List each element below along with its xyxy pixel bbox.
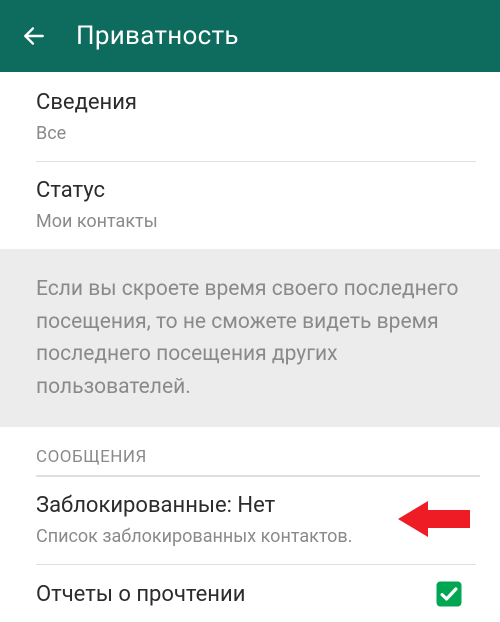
blocked-contacts-item[interactable]: Заблокированные: Нет Список заблокирован… [0,477,500,564]
privacy-status-title: Статус [36,176,464,206]
page-title: Приватность [76,21,239,51]
privacy-status-subtitle: Мои контакты [36,210,464,233]
section-header-messages: СООБЩЕНИЯ [0,427,500,475]
app-bar: Приватность [0,0,500,72]
read-receipts-checkbox[interactable] [434,579,464,609]
back-button[interactable] [20,22,48,50]
read-receipts-item[interactable]: Отчеты о прочтении [0,565,500,609]
checkbox-checked-icon [434,579,464,609]
info-note: Если вы скроете время своего последнего … [0,249,500,427]
privacy-status-item[interactable]: Статус Мои контакты [0,162,500,249]
privacy-about-subtitle: Все [36,122,464,145]
back-arrow-icon [21,23,47,49]
blocked-title: Заблокированные: Нет [36,491,464,521]
read-receipts-title: Отчеты о прочтении [36,582,434,607]
privacy-about-item[interactable]: Сведения Все [0,74,500,161]
blocked-subtitle: Список заблокированных контактов. [36,525,464,548]
privacy-about-title: Сведения [36,88,464,118]
